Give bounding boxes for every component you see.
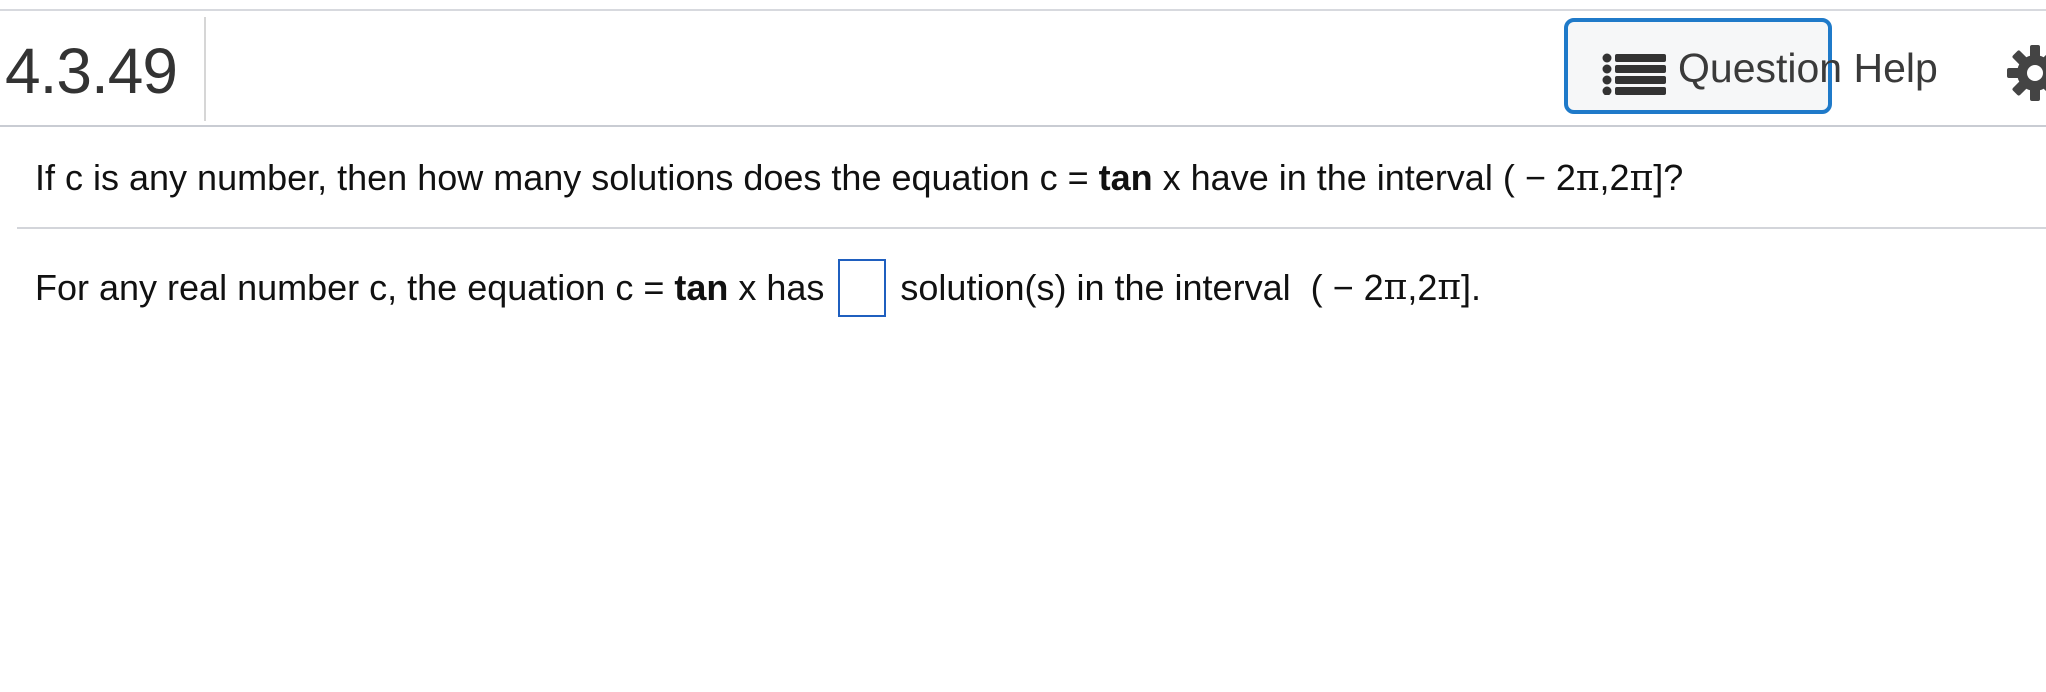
answer-tan: tan [674,267,729,308]
answer-comma: ,2 [1407,267,1438,308]
question-help-button[interactable]: Question Help [1564,18,1938,114]
list-icon [1602,53,1666,95]
question-comma: ,2 [1599,157,1630,198]
question-pi-1: π [1575,158,1600,199]
answer-statement: For any real number c, the equation c = … [35,259,1481,317]
answer-pi-1: π [1383,267,1408,308]
answer-text-after-box: solution(s) in the interval ( − 2 [900,267,1384,308]
gear-icon[interactable] [2005,43,2046,103]
question-tan: tan [1098,157,1153,198]
answer-input[interactable] [838,259,887,317]
question-prompt: If c is any number, then how many soluti… [35,158,1683,199]
answer-pi-2: π [1437,267,1462,308]
question-help-label: Question Help [1678,45,1938,91]
question-text-end: ]? [1653,157,1684,198]
answer-text-mid: x has [728,267,825,308]
question-header: 4.3.49 Question Help [0,11,2046,127]
question-number: 4.3.49 [5,35,178,107]
question-text-mid: x have in the interval ( − 2 [1152,157,1576,198]
section-divider [17,227,2046,229]
header-divider [204,17,206,121]
answer-text-start: For any real number c, the equation c = [35,267,675,308]
question-text-start: If c is any number, then how many soluti… [35,157,1099,198]
answer-text-end: ]. [1461,267,1482,308]
question-pi-2: π [1629,158,1654,199]
